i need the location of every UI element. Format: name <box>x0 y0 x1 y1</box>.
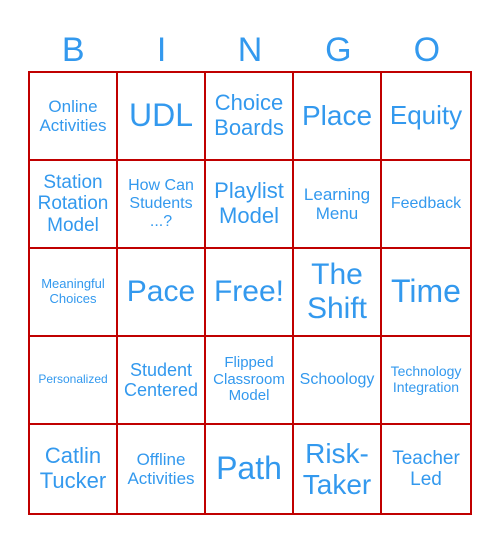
bingo-cell-text: UDL <box>128 97 193 134</box>
header-letter-n: N <box>237 31 263 69</box>
bingo-cell-text: Meaningful Choices <box>41 276 105 306</box>
header-letter-i: I <box>156 31 167 69</box>
bingo-cell-text: Personalized <box>38 372 108 387</box>
bingo-cell[interactable]: Teacher Led <box>382 425 470 513</box>
bingo-cell-text: Risk-Taker <box>302 437 372 500</box>
bingo-cell-text: Path <box>216 450 282 487</box>
bingo-cell[interactable]: Technology Integration <box>382 337 470 425</box>
bingo-cell-text: Offline Activities <box>127 449 195 488</box>
bingo-cell[interactable]: Catlin Tucker <box>30 425 118 513</box>
bingo-cell-text: Pace <box>126 275 196 309</box>
bingo-cell-text: Free! <box>213 275 285 309</box>
header-letter-o: O <box>413 31 441 69</box>
bingo-cell-text: Flipped Classroom Model <box>213 353 285 405</box>
bingo-cell-text: Teacher Led <box>392 447 460 490</box>
bingo-cell[interactable]: How Can Students ...? <box>118 161 206 249</box>
bingo-cell[interactable]: Risk-Taker <box>294 425 382 513</box>
bingo-cell-text: Choice Boards <box>214 90 284 140</box>
bingo-cell[interactable]: Flipped Classroom Model <box>206 337 294 425</box>
bingo-cell[interactable]: Free! <box>206 249 294 337</box>
bingo-board: Online Activities UDL Choice Boards Place Eq… <box>28 71 472 515</box>
bingo-cell-text: Playlist Model <box>214 178 284 228</box>
bingo-cell[interactable]: Place <box>294 73 382 161</box>
bingo-cell[interactable]: Time <box>382 249 470 337</box>
bingo-cell-text: How Can Students ...? <box>128 177 194 230</box>
bingo-cell[interactable]: Schoology <box>294 337 382 425</box>
bingo-cell[interactable]: Feedback <box>382 161 470 249</box>
bingo-cell-text: Place <box>301 100 373 132</box>
bingo-cell-text: Time <box>391 273 461 310</box>
bingo-cell[interactable]: Choice Boards <box>206 73 294 161</box>
bingo-cell[interactable]: Pace <box>118 249 206 337</box>
bingo-cell[interactable]: Path <box>206 425 294 513</box>
bingo-cell[interactable]: Learning Menu <box>294 161 382 249</box>
bingo-cell-text: Equity <box>389 100 463 131</box>
bingo-cell-text: The Shift <box>306 258 368 325</box>
bingo-header: B I N G O <box>29 28 471 72</box>
bingo-cell[interactable]: Student Centered <box>118 337 206 425</box>
bingo-cell-text: Catlin Tucker <box>39 443 107 493</box>
bingo-cell[interactable]: Playlist Model <box>206 161 294 249</box>
bingo-cell-text: Technology Integration <box>390 363 462 395</box>
bingo-cell[interactable]: Offline Activities <box>118 425 206 513</box>
bingo-cell[interactable]: The Shift <box>294 249 382 337</box>
bingo-cell-text: Schoology <box>299 371 375 389</box>
bingo-cell[interactable]: Online Activities <box>30 73 118 161</box>
bingo-cell-text: Student Centered <box>123 359 199 400</box>
bingo-cell[interactable]: UDL <box>118 73 206 161</box>
bingo-cell[interactable]: Equity <box>382 73 470 161</box>
bingo-cell[interactable]: Meaningful Choices <box>30 249 118 337</box>
bingo-cell-text: Station Rotation Model <box>37 172 109 236</box>
header-letter-g: G <box>325 31 352 69</box>
header-letter-b: B <box>61 31 85 69</box>
bingo-cell-text: Online Activities <box>39 96 107 135</box>
bingo-cell[interactable]: Station Rotation Model <box>30 161 118 249</box>
bingo-cell-text: Learning Menu <box>303 184 371 223</box>
bingo-cell[interactable]: Personalized <box>30 337 118 425</box>
bingo-cell-text: Feedback <box>390 195 462 213</box>
